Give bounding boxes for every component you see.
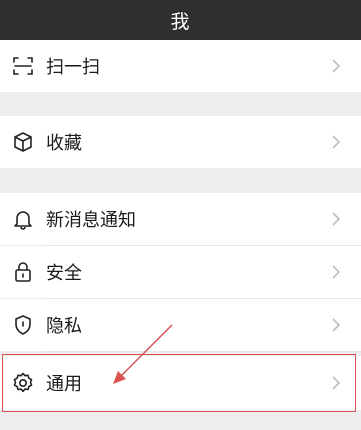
scan-icon bbox=[11, 54, 35, 78]
menu-item-security[interactable]: 安全 bbox=[0, 246, 361, 298]
box-icon bbox=[11, 130, 35, 154]
lock-icon bbox=[11, 260, 35, 284]
divider bbox=[46, 351, 361, 352]
chevron-right-icon bbox=[331, 375, 341, 391]
chevron-right-icon bbox=[331, 317, 341, 333]
menu-item-favorites[interactable]: 收藏 bbox=[0, 116, 361, 168]
menu-item-label: 收藏 bbox=[46, 133, 82, 154]
chevron-right-icon bbox=[331, 58, 341, 74]
menu-item-label: 安全 bbox=[46, 263, 82, 284]
chevron-right-icon bbox=[331, 134, 341, 150]
menu-item-scan[interactable]: 扫一扫 bbox=[0, 40, 361, 92]
menu-item-general[interactable]: 通用 bbox=[0, 356, 361, 410]
menu-item-label: 新消息通知 bbox=[46, 210, 136, 231]
menu-item-privacy[interactable]: 隐私 bbox=[0, 299, 361, 351]
chevron-right-icon bbox=[331, 264, 341, 280]
chevron-right-icon bbox=[331, 211, 341, 227]
top-bar: 我 bbox=[0, 0, 361, 40]
bell-icon bbox=[11, 207, 35, 231]
menu-item-label: 隐私 bbox=[46, 316, 82, 337]
menu-item-label: 扫一扫 bbox=[46, 57, 100, 78]
menu-item-notifications[interactable]: 新消息通知 bbox=[0, 193, 361, 245]
menu-item-label: 通用 bbox=[46, 374, 82, 395]
gear-icon bbox=[11, 371, 35, 395]
shield-icon bbox=[11, 313, 35, 337]
page-title: 我 bbox=[170, 10, 191, 33]
